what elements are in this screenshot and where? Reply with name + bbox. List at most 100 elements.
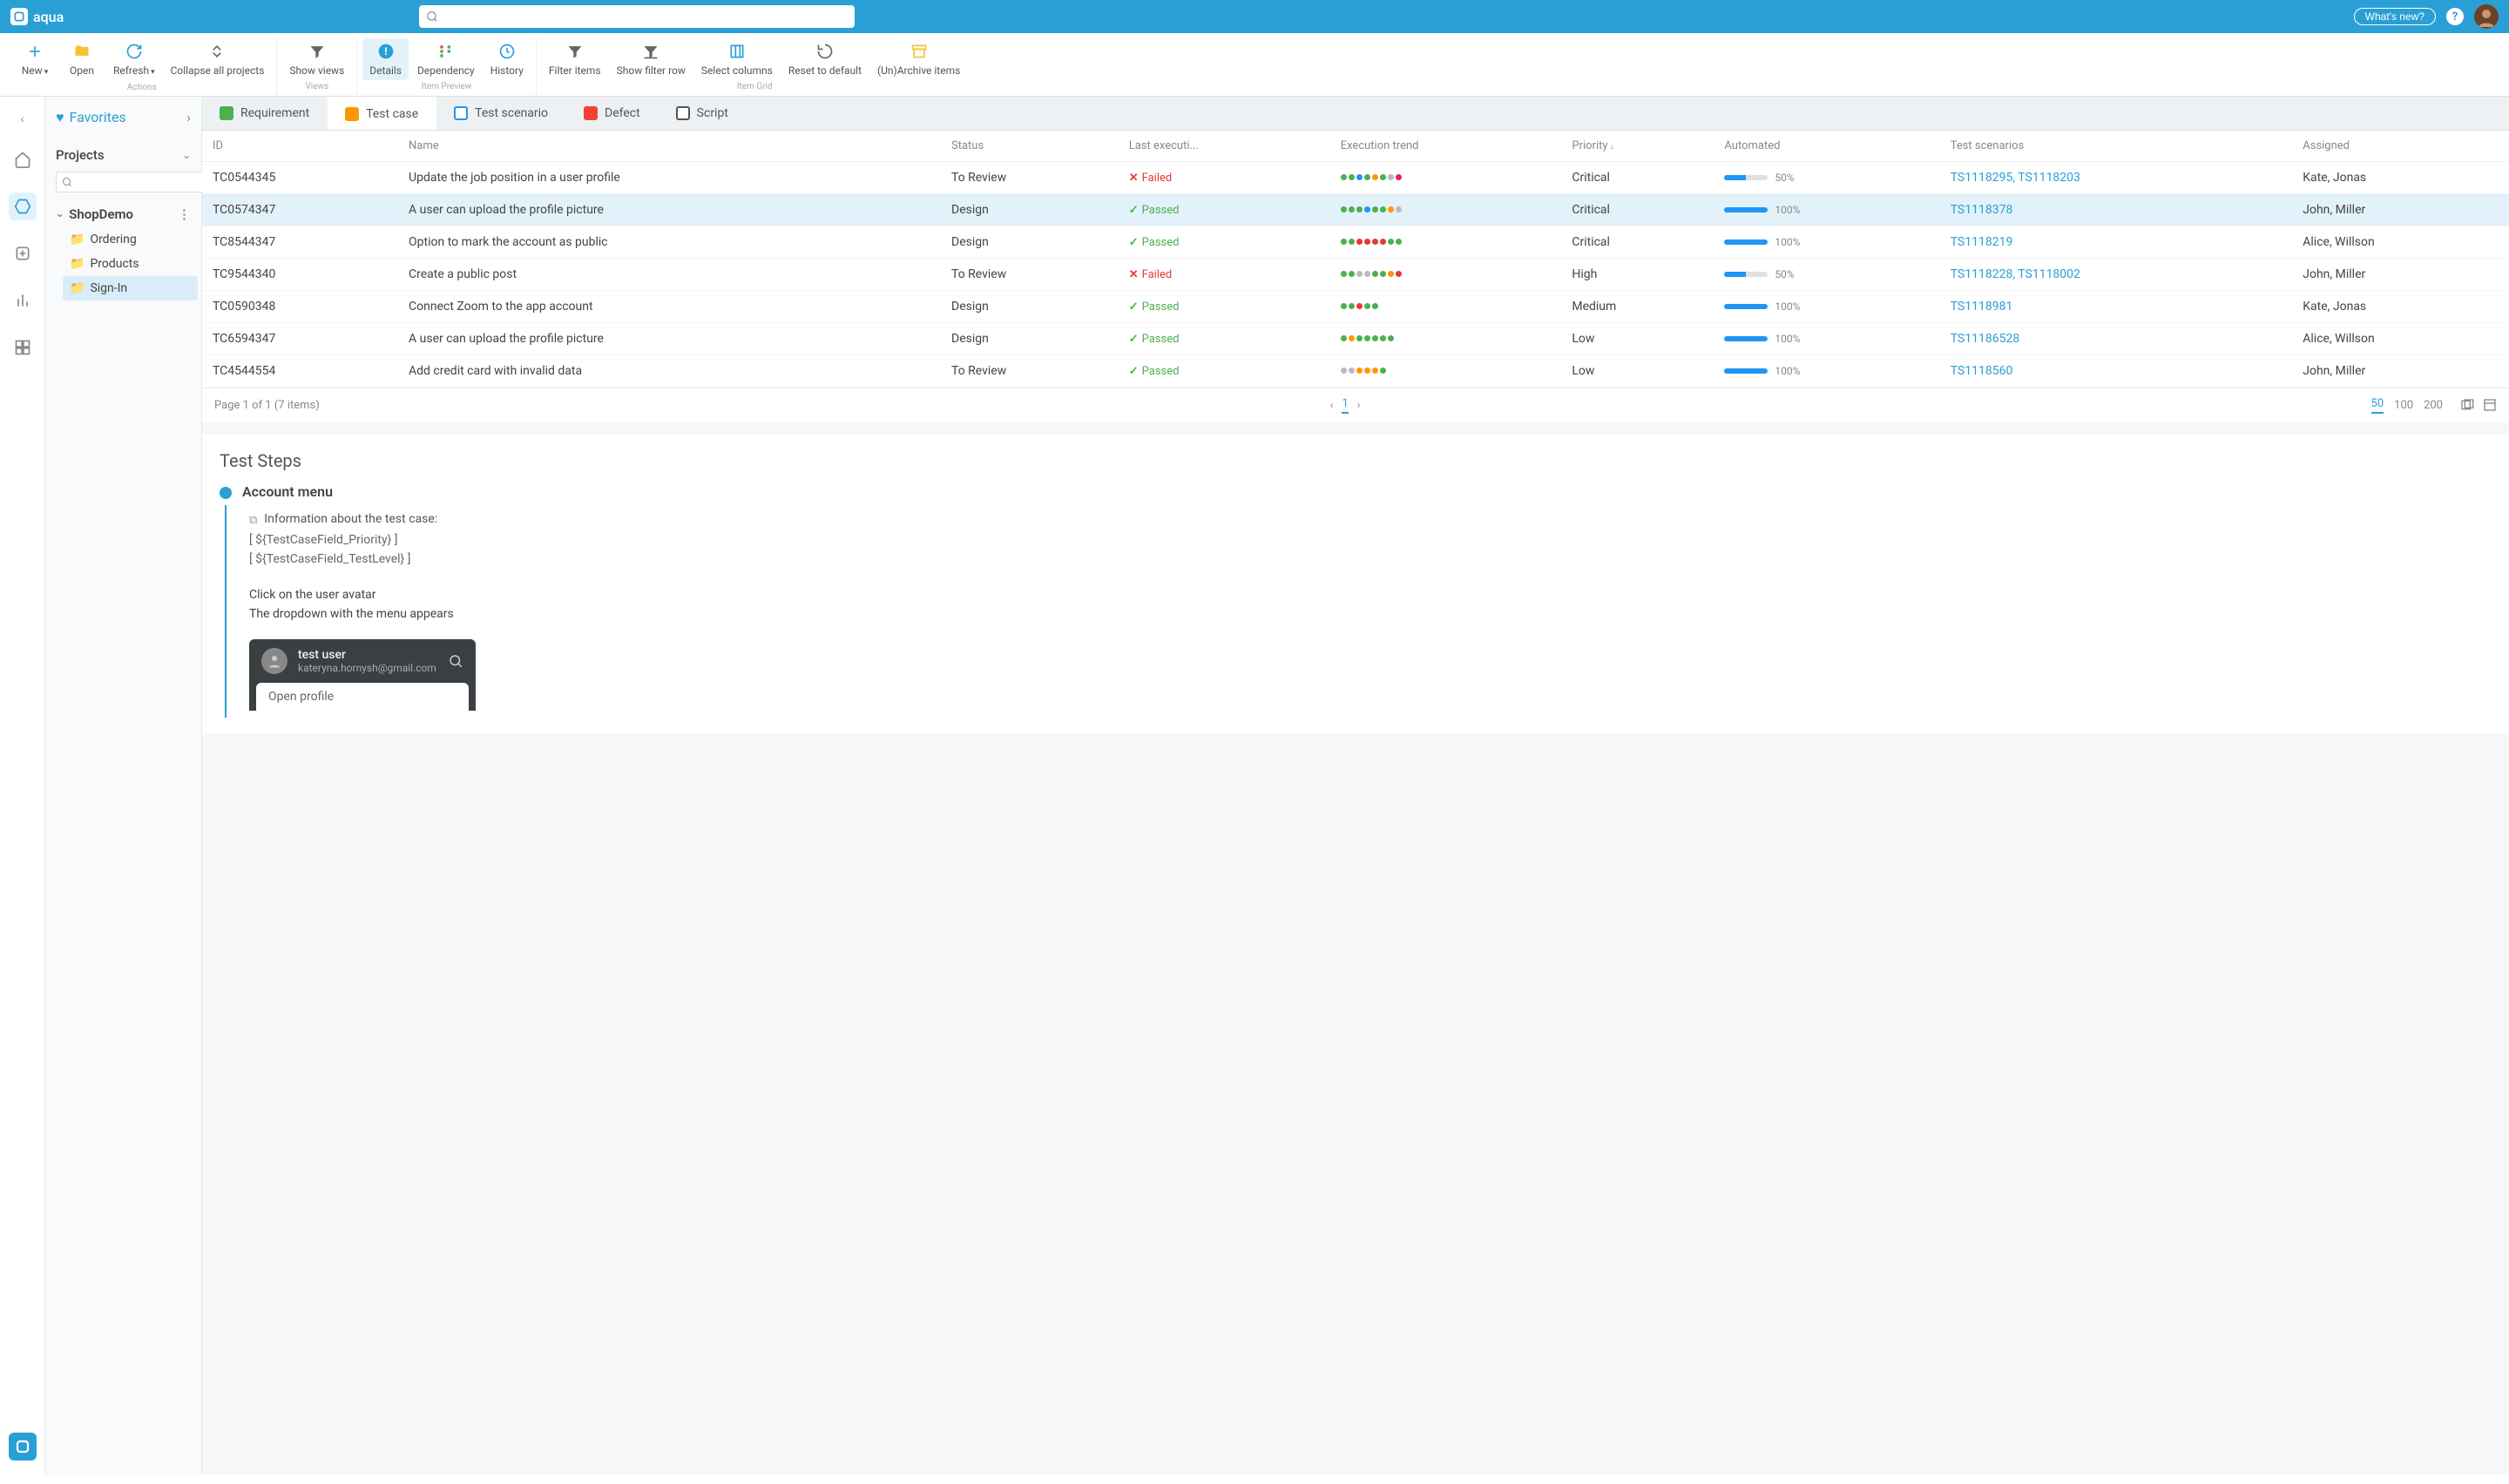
rail-projects[interactable] [9,192,37,220]
table-row[interactable]: TC0574347A user can upload the profile p… [202,193,2509,226]
layout-icon[interactable] [2483,398,2497,412]
table-row[interactable]: TC8544347Option to mark the account as p… [202,226,2509,258]
funnel-icon [565,42,585,61]
page-size-option[interactable]: 100 [2394,399,2413,412]
heart-icon: ♥ [56,109,64,125]
trend-dots [1341,206,1552,212]
folder-node[interactable]: 📁Sign-In [63,276,198,300]
open-button[interactable]: Open [59,38,105,81]
whats-new-button[interactable]: What's new? [2354,8,2436,25]
rail-analytics[interactable] [9,287,37,314]
scenario-link[interactable]: TS1118560 [1951,364,2013,378]
exec-status: Failed [1129,172,1173,185]
page-size-option[interactable]: 50 [2371,397,2384,414]
pager-next[interactable]: › [1357,399,1361,412]
refresh-button[interactable]: Refresh▾ [106,38,162,81]
step-name: Account menu [242,483,333,500]
scenario-link[interactable]: TS1118219 [1951,235,2013,249]
chevron-down-icon: ▾ [151,68,155,77]
scenario-link[interactable]: TS11186528 [1951,332,2020,346]
column-header[interactable]: Last executi... [1119,131,1330,162]
trend-dots [1341,335,1552,341]
user-avatar[interactable] [2474,4,2499,29]
filter-items-button[interactable]: Filter items [542,38,608,80]
table-row[interactable]: TC9544340Create a public postTo ReviewFa… [202,258,2509,290]
column-header[interactable]: Execution trend [1330,131,1562,162]
project-node[interactable]: ⌄ ShopDemo ⋮ [49,201,198,227]
table-row[interactable]: TC0544345Update the job position in a us… [202,161,2509,193]
exec-status: Passed [1129,300,1180,314]
preview-search-icon [448,653,463,669]
folder-node[interactable]: 📁Products [63,252,198,276]
column-header[interactable]: Assigned [2292,131,2509,162]
tab-icon [584,106,598,120]
copy-icon[interactable]: ⧉ [249,514,257,527]
nav-rail: ‹ [0,97,45,1474]
column-header[interactable]: ID [202,131,398,162]
column-header[interactable]: Name [398,131,941,162]
sidebar-collapse-toggle[interactable]: ‹ [17,112,27,126]
tab-script[interactable]: Script [659,97,747,130]
table-row[interactable]: TC6594347A user can upload the profile p… [202,322,2509,354]
help-icon[interactable]: ? [2446,8,2464,25]
tab-test-case[interactable]: Test case [328,97,436,130]
dependency-button[interactable]: Dependency [410,38,482,80]
table-row[interactable]: TC0590348Connect Zoom to the app account… [202,290,2509,322]
folder-icon: 📁 [70,233,85,246]
step-info-label: Information about the test case: [264,512,437,526]
reset-icon [815,42,835,61]
test-steps-title: Test Steps [220,450,2492,471]
top-bar: aqua What's new? ? [0,0,2509,33]
step-bullet-icon [220,487,232,499]
rail-test[interactable] [9,239,37,267]
page-size-option[interactable]: 200 [2424,399,2443,412]
pager-prev[interactable]: ‹ [1330,399,1334,412]
rail-home[interactable] [9,145,37,173]
pager-page[interactable]: 1 [1342,397,1348,414]
column-header[interactable]: Automated [1714,131,1939,162]
column-header[interactable]: Status [941,131,1119,162]
select-columns-button[interactable]: Select columns [694,38,780,80]
scenario-link[interactable]: TS1118228, TS1118002 [1951,267,2080,281]
new-button[interactable]: New▾ [12,38,57,81]
exec-status: Passed [1129,333,1180,346]
collapse-projects-button[interactable]: Collapse all projects [164,38,272,81]
project-search-input[interactable] [56,172,219,192]
export-icon[interactable] [2460,398,2474,412]
step-action: Click on the user avatar [249,585,2492,604]
preview-user-email: kateryna.hornysh@gmail.com [298,662,436,674]
details-button[interactable]: ! Details [362,38,409,80]
archive-button[interactable]: (Un)Archive items [870,38,967,80]
trend-dots [1341,368,1552,374]
show-views-button[interactable]: Show views [282,38,351,80]
reset-default-button[interactable]: Reset to default [781,38,869,80]
pager-info: Page 1 of 1 (7 items) [214,399,320,412]
favorites-section[interactable]: ♥Favorites › [45,97,201,138]
brand-logo[interactable]: aqua [10,8,64,25]
column-header[interactable]: Priority↓ [1561,131,1714,162]
rail-app-icon[interactable] [9,1433,37,1460]
rail-grid[interactable] [9,334,37,361]
show-filter-row-button[interactable]: Show filter row [610,38,693,80]
scenario-link[interactable]: TS1118295, TS1118203 [1951,171,2080,185]
ribbon-toolbar: New▾ Open Refresh▾ Collapse all projects… [0,33,2509,97]
trend-dots [1341,239,1552,245]
tab-test-scenario[interactable]: Test scenario [436,97,566,130]
more-icon[interactable]: ⋮ [178,206,191,222]
history-button[interactable]: History [484,38,531,80]
table-row[interactable]: TC4544554Add credit card with invalid da… [202,354,2509,387]
global-search-input[interactable] [419,5,855,28]
scenario-link[interactable]: TS1118981 [1951,300,2013,314]
trend-dots [1341,271,1552,277]
filter-icon [308,42,327,61]
columns-icon [727,42,747,61]
column-header[interactable]: Test scenarios [1940,131,2293,162]
folder-node[interactable]: 📁Ordering [63,227,198,252]
items-grid: IDNameStatusLast executi...Execution tre… [202,131,2509,388]
ribbon-group-label: Item Grid [737,80,773,95]
folder-icon: 📁 [70,281,85,295]
scenario-link[interactable]: TS1118378 [1951,203,2013,217]
tab-requirement[interactable]: Requirement [202,97,328,130]
projects-header[interactable]: Projects ⌄ [45,138,201,172]
tab-defect[interactable]: Defect [566,97,659,130]
